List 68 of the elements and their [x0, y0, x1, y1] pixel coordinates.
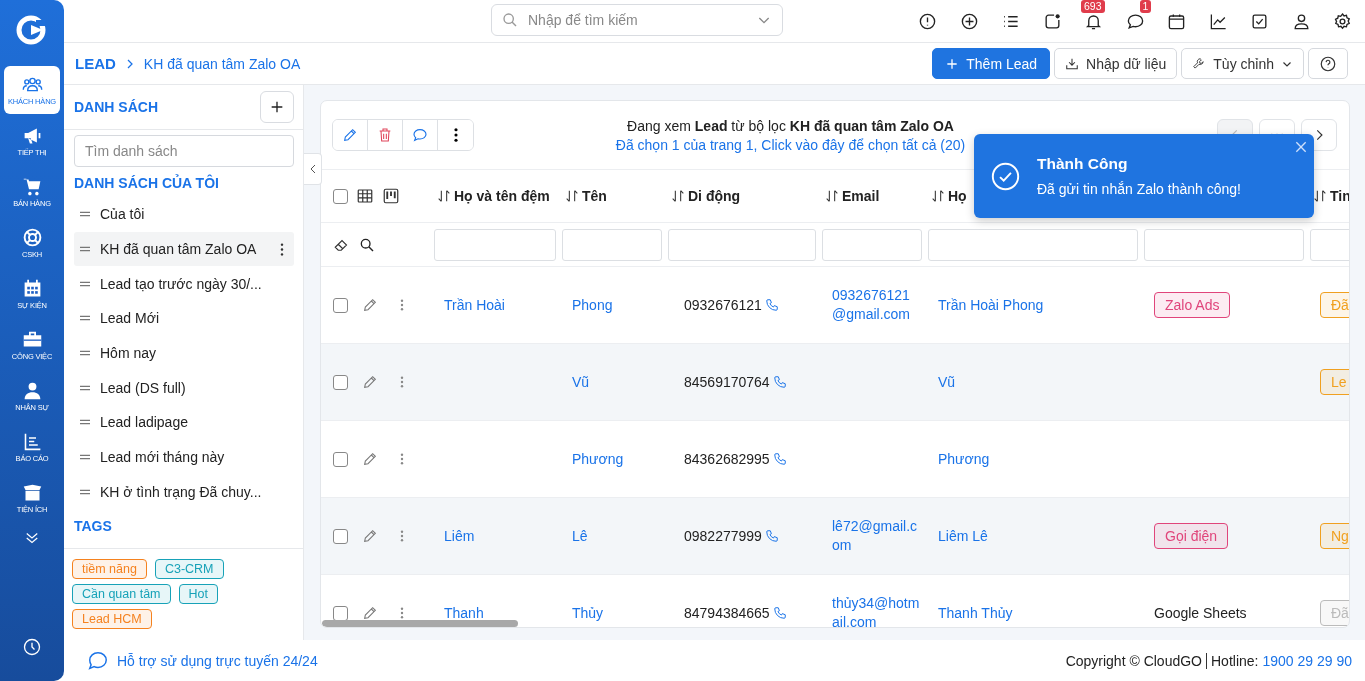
column-header[interactable]: Email: [842, 188, 880, 204]
name-link[interactable]: Trần Hoài: [444, 297, 505, 313]
source-tag: Ng: [1320, 523, 1349, 549]
name-link[interactable]: Liêm Lê: [938, 528, 988, 544]
section-title: TAGS: [74, 518, 113, 535]
list-search-field[interactable]: Tìm danh sách: [74, 135, 294, 167]
table-cell: Google Sheets: [1154, 605, 1247, 621]
name-link[interactable]: Lê: [572, 528, 588, 544]
add-lead-button[interactable]: Thêm Lead: [932, 48, 1051, 79]
list-item[interactable]: KH ở tình trạng Đã chuy...: [74, 474, 294, 510]
hotline-label: Hotline:: [1211, 652, 1259, 669]
column-header[interactable]: Họ: [948, 188, 967, 204]
tag[interactable]: Lead HCM: [72, 609, 152, 630]
toast-message: Đã gửi tin nhắn Zalo thành công!: [1037, 181, 1241, 197]
name-link[interactable]: Vũ: [938, 374, 956, 390]
breadcrumb-link[interactable]: LEAD: [75, 55, 116, 72]
name-link[interactable]: Thanh: [444, 605, 484, 621]
list-item[interactable]: Của tôi: [74, 197, 294, 232]
column-header[interactable]: Họ và tên đệm: [454, 188, 550, 204]
source-tag: Le: [1320, 369, 1349, 395]
source-tag: Đã: [1320, 600, 1349, 626]
name-link[interactable]: Trần Hoài Phong: [938, 297, 1044, 313]
table-cell: 0982277999: [684, 528, 762, 544]
name-link[interactable]: Phương: [938, 451, 990, 467]
name-link[interactable]: Thủy: [572, 605, 604, 621]
source-tag: Zalo Ads: [1154, 292, 1231, 318]
hotline-link[interactable]: 1900 29 29 90: [1262, 652, 1352, 669]
message-badge: 1: [1139, 0, 1152, 13]
breadcrumb-current[interactable]: KH đã quan tâm Zalo OA: [143, 55, 301, 72]
filter-summary: Đang xem Lead từ bộ lọc KH đã quan tâm Zalo OA: [627, 117, 954, 134]
tag[interactable]: tiềm năng: [72, 559, 147, 580]
list-item[interactable]: Hôm nay: [74, 335, 294, 371]
tag[interactable]: Hot: [178, 584, 218, 605]
column-header[interactable]: Tin: [1330, 188, 1349, 204]
panel-title: DANH SÁCH: [74, 99, 158, 115]
table-cell: 84569170764: [684, 374, 770, 390]
email-link[interactable]: thủy34@hotmail.com: [832, 594, 920, 627]
table-cell: 84362682995: [684, 451, 770, 467]
list-item[interactable]: Lead ladipage: [74, 405, 294, 440]
select-all-link[interactable]: Đã chọn 1 của trang 1, Click vào đây để chọn tất cả (20): [615, 136, 966, 153]
name-link[interactable]: Phong: [572, 297, 613, 313]
notification-badge: 693: [1081, 0, 1105, 13]
email-link[interactable]: lê72@gmail.com: [832, 517, 920, 555]
column-header[interactable]: Tên: [582, 188, 607, 204]
name-link[interactable]: Phương: [572, 451, 624, 467]
name-link[interactable]: Vũ: [572, 374, 590, 390]
name-link[interactable]: Thanh Thủy: [938, 605, 1013, 621]
search-field[interactable]: Nhập để tìm kiếm: [491, 4, 783, 36]
support-link[interactable]: Hỗ trợ sử dụng trực tuyến 24/24: [117, 652, 318, 669]
tag[interactable]: C3-CRM: [154, 559, 224, 580]
list-item[interactable]: Lead Mới: [74, 301, 294, 336]
section-title: DANH SÁCH CỦA TÔI: [74, 175, 220, 191]
list-item[interactable]: KH đã quan tâm Zalo OA: [74, 231, 294, 267]
tag[interactable]: Cần quan tâm: [72, 584, 171, 605]
source-tag: Gọi điện: [1154, 523, 1229, 549]
toast-title: Thành Công: [1037, 155, 1129, 173]
email-link[interactable]: 0932676121@gmail.com: [832, 286, 920, 324]
name-link[interactable]: Liêm: [444, 528, 475, 544]
list-item[interactable]: Lead tạo trước ngày 30/...: [74, 266, 294, 302]
table-cell: 0932676121: [684, 297, 762, 313]
customize-button[interactable]: Tùy chỉnh: [1181, 48, 1304, 79]
list-item[interactable]: Lead (DS full): [74, 370, 294, 406]
column-header[interactable]: Di động: [688, 188, 741, 204]
copyright-text: Copyright © CloudGO: [1065, 652, 1202, 669]
import-button[interactable]: Nhập dữ liệu: [1054, 48, 1178, 79]
list-item[interactable]: Lead mới tháng này: [74, 439, 294, 475]
table-cell: 84794384665: [684, 605, 770, 621]
source-tag: Đã: [1320, 292, 1349, 318]
